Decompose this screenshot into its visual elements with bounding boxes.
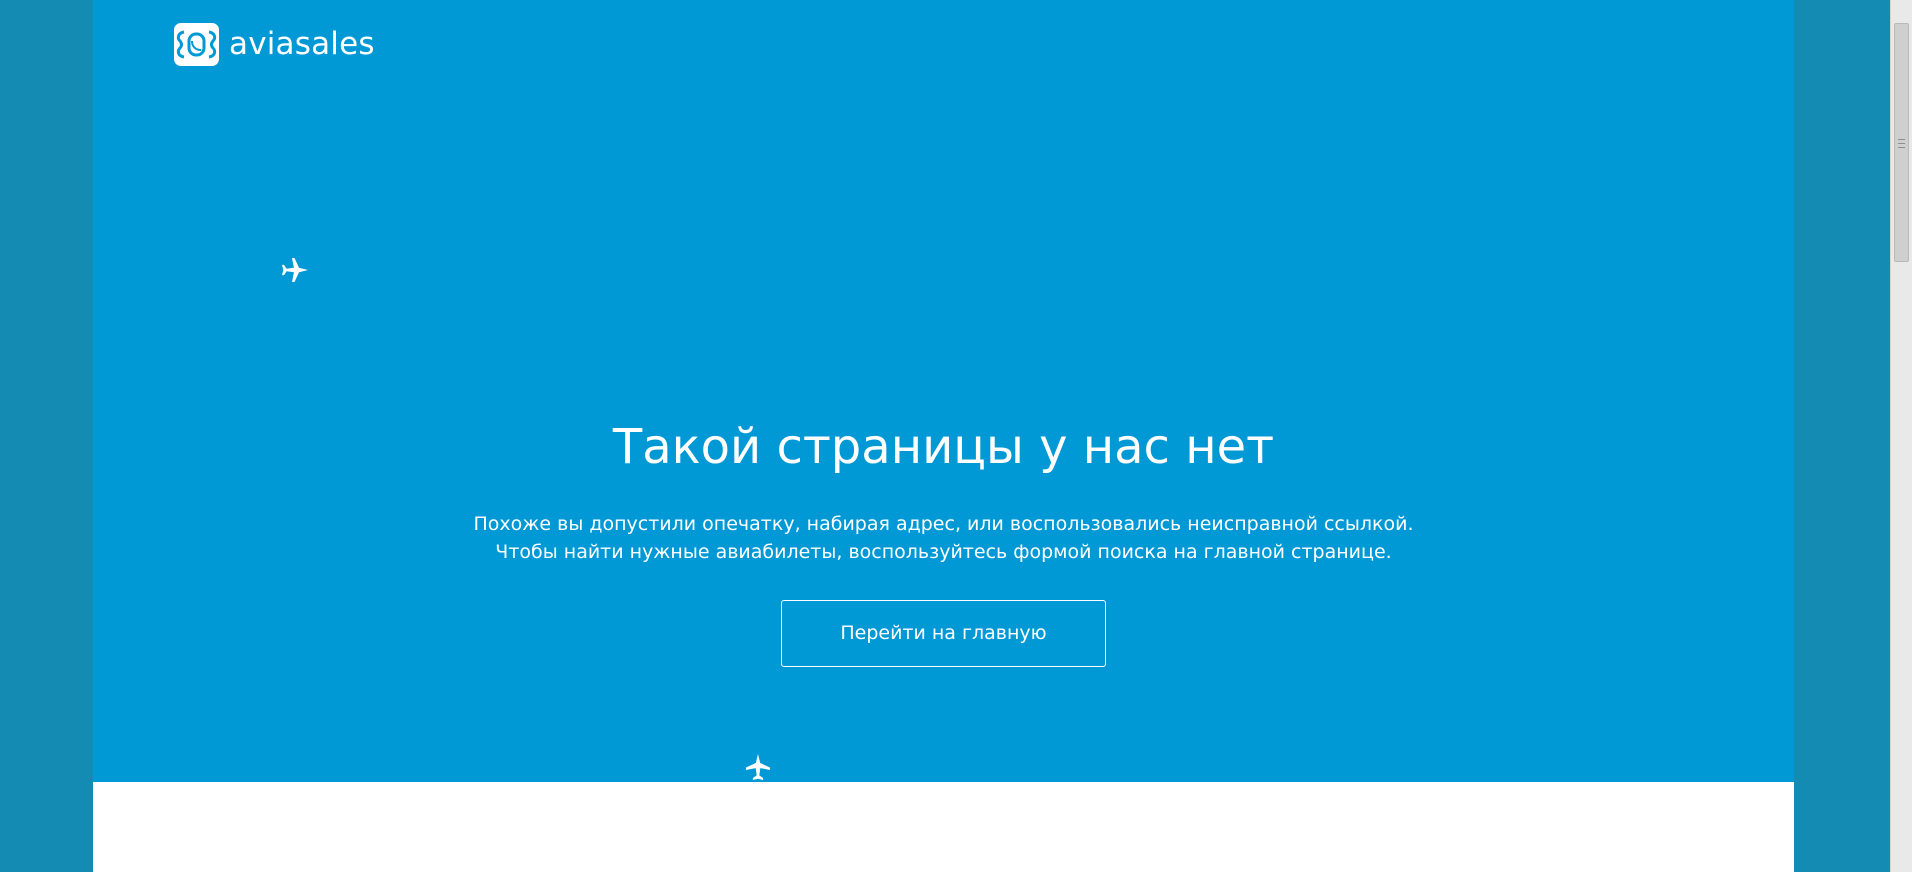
error-page: aviasales Такой страницы у нас нет Похож… <box>93 0 1794 872</box>
aviasales-logo-icon <box>174 23 219 66</box>
error-description-line-2: Чтобы найти нужные авиабилеты, воспользу… <box>495 541 1392 563</box>
not-found-content: Такой страницы у нас нет Похоже вы допус… <box>93 418 1794 667</box>
vertical-scrollbar[interactable] <box>1890 0 1912 872</box>
scrollbar-thumb[interactable] <box>1894 23 1909 262</box>
airplane-icon <box>746 754 770 780</box>
go-home-button[interactable]: Перейти на главную <box>781 600 1106 667</box>
brand-name: aviasales <box>229 26 375 62</box>
aviasales-logo-link[interactable]: aviasales <box>174 23 375 66</box>
browser-viewport: aviasales Такой страницы у нас нет Похож… <box>0 0 1912 872</box>
error-description: Похоже вы допустили опечатку, набирая ад… <box>93 510 1794 566</box>
not-found-hero: aviasales Такой страницы у нас нет Похож… <box>93 0 1794 782</box>
scrollbar-grip-icon <box>1898 139 1905 149</box>
airplane-icon <box>282 258 308 282</box>
error-description-line-1: Похоже вы допустили опечатку, набирая ад… <box>473 513 1414 535</box>
page-title: Такой страницы у нас нет <box>612 419 1275 475</box>
